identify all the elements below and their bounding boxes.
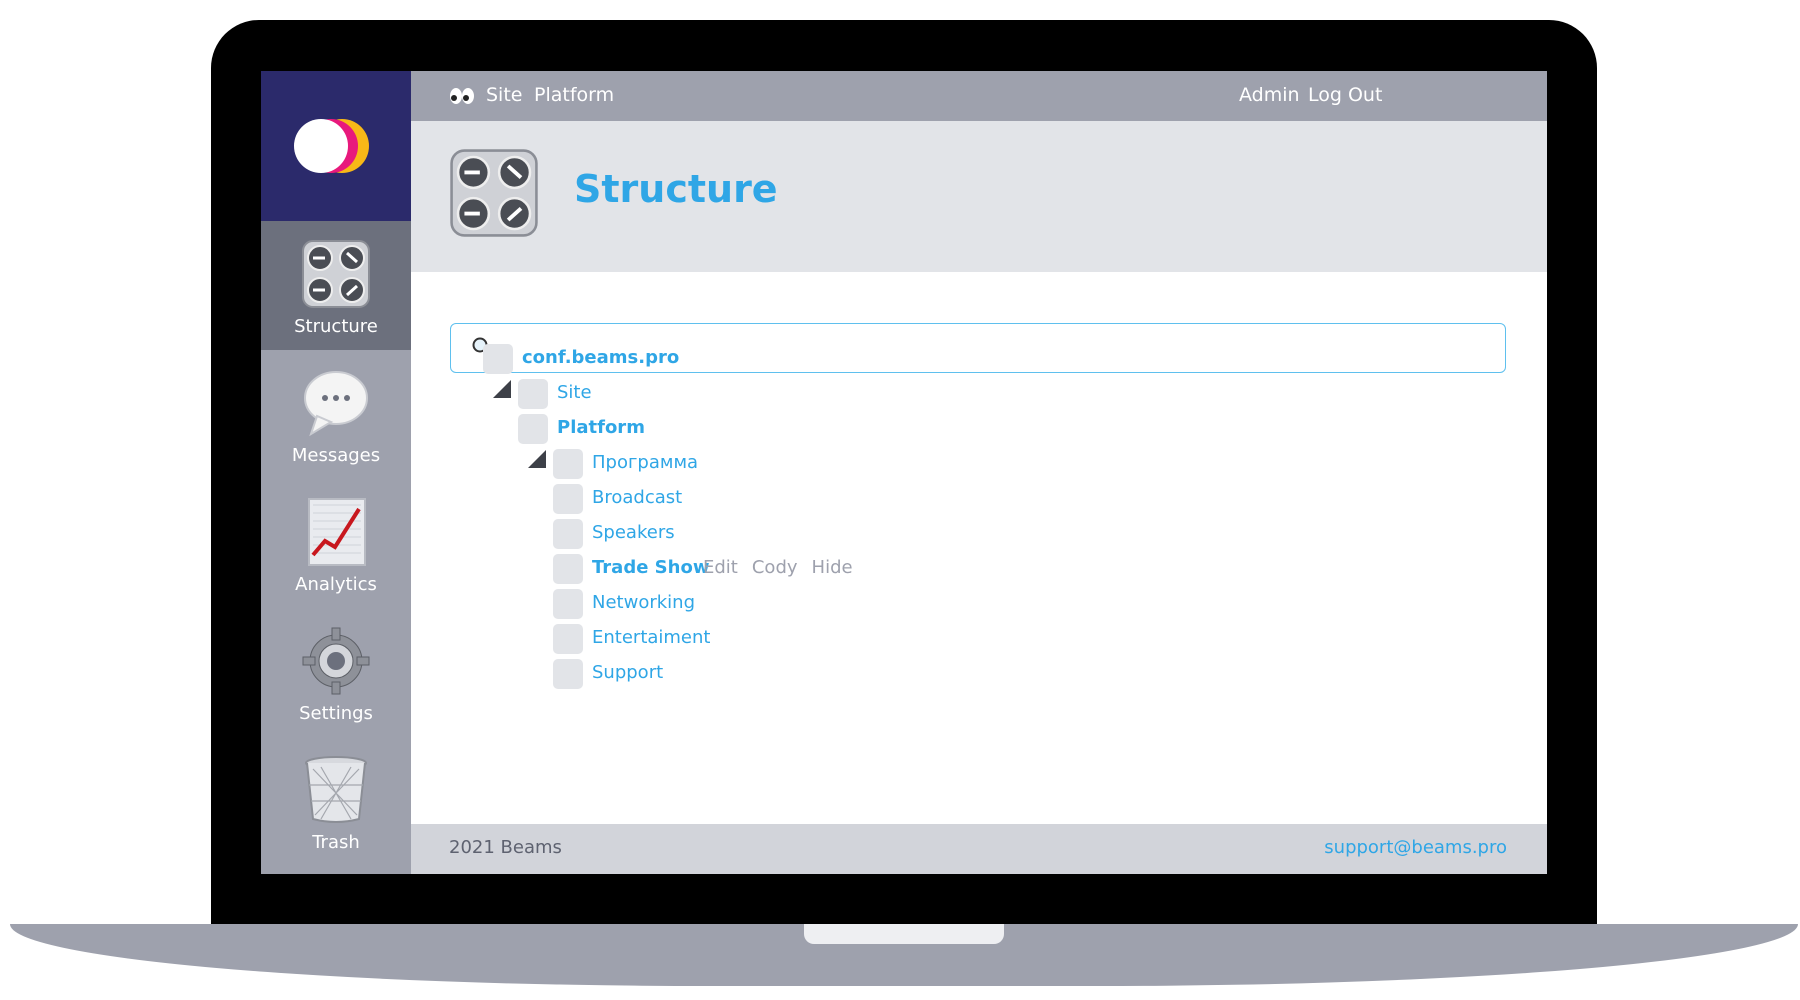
page-title: Structure [574, 167, 778, 211]
tree-row: Platform [518, 414, 918, 444]
tree-row: Site [518, 379, 918, 409]
sidebar: Structure Messages Analytics Settings Tr… [261, 71, 411, 874]
tree-item-label[interactable]: Networking [592, 592, 695, 613]
sidebar-item-messages[interactable]: Messages [261, 350, 411, 479]
sidebar-item-label: Messages [291, 445, 381, 466]
sidebar-item-label: Trash [312, 832, 360, 853]
knobs-icon [450, 149, 538, 237]
tree-item-label[interactable]: Broadcast [592, 487, 682, 508]
tree-item-label[interactable]: Entertaiment [592, 627, 710, 648]
row-actions: Edit Cody Hide [703, 557, 867, 578]
tree-item-label[interactable]: Support [592, 662, 663, 683]
logo-dot-white [294, 119, 348, 173]
eyes-icon [450, 88, 474, 104]
tree-item-label[interactable]: Platform [557, 417, 645, 438]
tree-row: Speakers [553, 519, 953, 549]
sidebar-item-label: Analytics [295, 574, 377, 595]
tree-checkbox[interactable] [553, 624, 583, 654]
page-footer: 2021 Beams support@beams.pro [411, 824, 1547, 874]
sidebar-item-structure[interactable]: Structure [261, 221, 411, 350]
tree-row: Entertaiment [553, 624, 953, 654]
app-screen: Structure Messages Analytics Settings Tr… [261, 71, 1547, 874]
chart-icon [308, 498, 366, 566]
sidebar-item-analytics[interactable]: Analytics [261, 479, 411, 608]
hide-action[interactable]: Hide [812, 557, 853, 578]
nav-link-site[interactable]: Site [486, 84, 522, 106]
tree-item-label[interactable]: Speakers [592, 522, 675, 543]
tree-checkbox[interactable] [553, 449, 583, 479]
page-header: Structure [411, 121, 1547, 272]
sidebar-item-settings[interactable]: Settings [261, 608, 411, 737]
tree-checkbox[interactable] [518, 414, 548, 444]
knobs-icon [302, 240, 370, 308]
copy-action[interactable]: Cody [752, 557, 798, 578]
gear-icon [302, 627, 370, 695]
copyright-text: 2021 Beams [449, 837, 562, 858]
logo[interactable] [261, 71, 411, 221]
tree-checkbox[interactable] [553, 589, 583, 619]
tree-row: Networking [553, 589, 953, 619]
edit-action[interactable]: Edit [703, 557, 738, 578]
sidebar-item-label: Settings [299, 703, 373, 724]
tree-row-root: conf.beams.pro [483, 344, 883, 374]
laptop-notch [804, 924, 1004, 944]
sidebar-item-trash[interactable]: Trash [261, 737, 411, 866]
tree-checkbox[interactable] [553, 659, 583, 689]
tree-row: Программа [553, 449, 953, 479]
support-email-link[interactable]: support@beams.pro [1324, 837, 1507, 858]
tree-item-label[interactable]: Site [557, 382, 592, 403]
tree-row: Support [553, 659, 953, 689]
tree-item-label[interactable]: Программа [592, 452, 698, 473]
sidebar-item-label: Structure [294, 316, 378, 337]
expand-triangle-icon[interactable] [491, 378, 511, 398]
tree-checkbox[interactable] [553, 484, 583, 514]
tree-checkbox[interactable] [553, 554, 583, 584]
tree-row-selected: Trade Show Edit Cody Hide [553, 554, 953, 584]
nav-link-platform[interactable]: Platform [534, 84, 614, 106]
nav-link-admin[interactable]: Admin [1239, 84, 1300, 106]
top-navigation-bar: Site Platform Admin Log Out [411, 71, 1547, 121]
tree-row: Broadcast [553, 484, 953, 514]
tree-checkbox[interactable] [483, 344, 513, 374]
tree-checkbox[interactable] [518, 379, 548, 409]
tree-checkbox[interactable] [553, 519, 583, 549]
expand-triangle-icon[interactable] [526, 448, 546, 468]
logout-link[interactable]: Log Out [1308, 84, 1382, 106]
tree-item-label[interactable]: Trade Show [592, 557, 709, 578]
speech-bubble-icon [304, 371, 368, 437]
tree-item-label[interactable]: conf.beams.pro [522, 347, 679, 368]
trash-icon [305, 756, 367, 823]
